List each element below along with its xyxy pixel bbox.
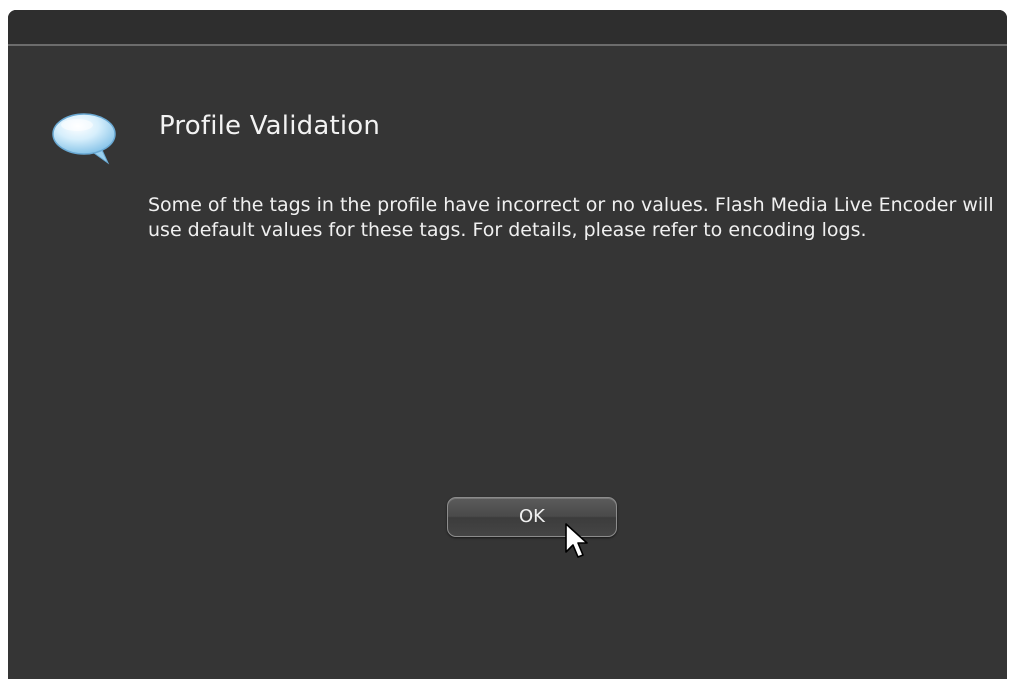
speech-bubble-icon xyxy=(50,110,120,170)
dialog-message: Some of the tags in the profile have inc… xyxy=(148,194,994,241)
dialog-title: Profile Validation xyxy=(159,111,381,141)
mouse-cursor-icon xyxy=(564,522,590,562)
ok-button[interactable]: OK xyxy=(447,497,617,537)
profile-validation-dialog: Profile Validation Some of the tags in t… xyxy=(8,10,1007,679)
title-bar xyxy=(8,10,1007,46)
